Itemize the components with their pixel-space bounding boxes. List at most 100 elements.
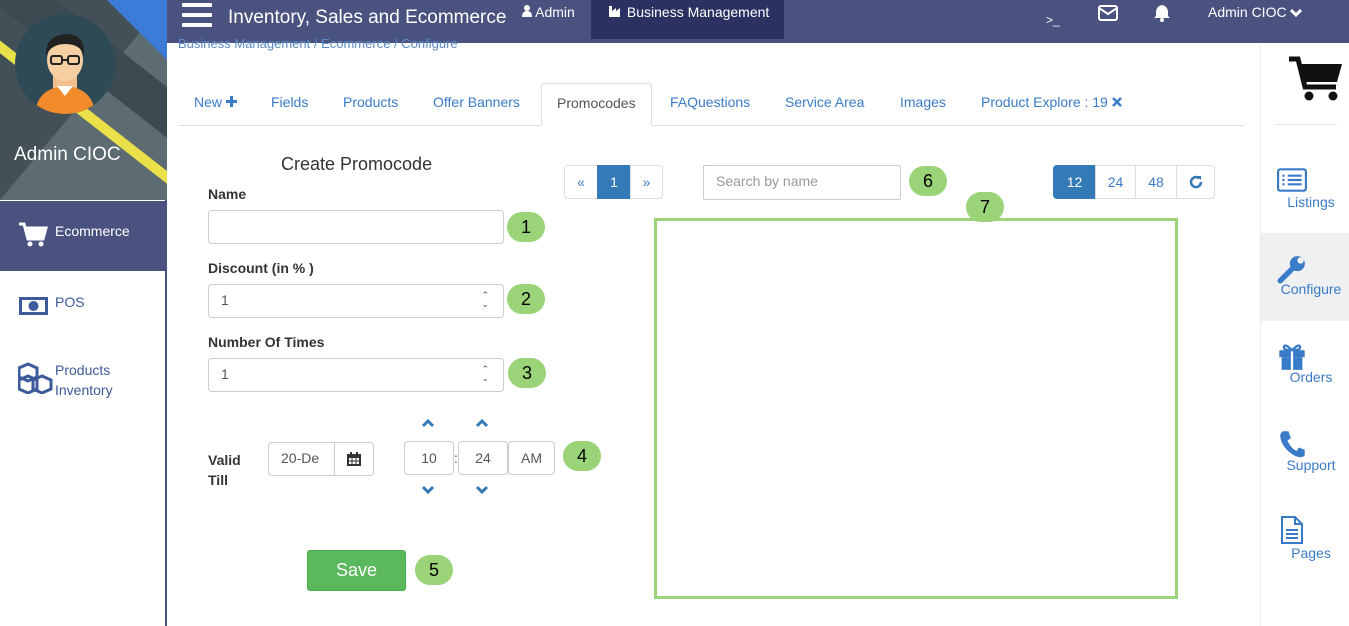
valid-till-label: Valid Till — [208, 450, 241, 490]
right-nav-orders[interactable]: Orders — [1261, 321, 1349, 409]
sidebar-item-label: Products Inventory — [55, 360, 113, 400]
minute-field[interactable]: 24 — [458, 441, 508, 475]
calendar-icon — [347, 452, 361, 466]
page-size-12[interactable]: 12 — [1053, 165, 1096, 199]
right-nav-pages[interactable]: Pages — [1261, 497, 1349, 585]
right-nav-configure[interactable]: Configure — [1261, 233, 1349, 321]
annotation-badge: 1 — [507, 212, 545, 242]
money-icon — [18, 292, 50, 322]
annotation-badge: 3 — [508, 358, 546, 388]
tab-label: Product Explore : 19 — [981, 94, 1108, 110]
tab-offer-banners[interactable]: Offer Banners — [433, 83, 520, 125]
prev-page-button[interactable]: « — [564, 165, 598, 199]
tab-label: New — [194, 94, 223, 110]
breadcrumb[interactable]: Business Management / Ecommerce / Config… — [178, 36, 458, 51]
annotation-badge: 2 — [507, 284, 545, 314]
name-field[interactable] — [208, 210, 504, 244]
tab-products[interactable]: Products — [343, 83, 398, 125]
sidebar-item-label: Ecommerce — [55, 223, 130, 239]
plus-icon — [225, 96, 237, 107]
cart-icon — [18, 221, 50, 251]
sidebar-item-products-inventory[interactable]: Products Inventory — [0, 342, 165, 412]
user-menu-label: Admin CIOC — [1208, 4, 1287, 20]
user-icon — [522, 5, 532, 17]
sidebar-item-pos[interactable]: POS — [0, 272, 165, 342]
refresh-button[interactable] — [1176, 165, 1215, 199]
meridian-toggle[interactable]: AM — [508, 441, 555, 475]
tab-new[interactable]: New — [194, 83, 237, 125]
calendar-button[interactable] — [334, 442, 374, 476]
tab-service-area[interactable]: Service Area — [785, 83, 864, 125]
hour-field[interactable]: 10 — [404, 441, 454, 475]
right-nav-listings[interactable]: Listings — [1261, 145, 1349, 233]
cubes-icon — [17, 362, 53, 395]
sidebar-item-ecommerce[interactable]: Ecommerce — [0, 201, 165, 271]
date-field[interactable]: 20-De — [268, 442, 335, 476]
industry-icon — [609, 6, 620, 17]
right-nav-label: Support — [1286, 457, 1336, 473]
business-label: Business Management — [626, 4, 770, 20]
tab-bar: New Fields Products Offer Banners Promoc… — [178, 83, 1244, 126]
chevron-down-icon — [1290, 8, 1303, 18]
tab-product-explore[interactable]: Product Explore : 19 — [981, 83, 1122, 125]
page-button[interactable]: 1 — [597, 165, 631, 199]
refresh-icon — [1189, 175, 1202, 189]
annotation-badge: 5 — [415, 555, 453, 585]
promocode-list-area — [654, 218, 1178, 599]
annotation-badge: 4 — [563, 441, 601, 471]
sidebar-item-label-line1: Products — [55, 362, 111, 378]
annotation-badge: 6 — [909, 166, 947, 196]
times-label: Number Of Times — [208, 334, 325, 350]
spinner-icon[interactable]: ⌃ ⌄ — [481, 365, 489, 383]
user-menu[interactable]: Admin CIOC — [1208, 4, 1303, 20]
business-management-link[interactable]: Business Management — [591, 0, 784, 39]
discount-value: 1 — [221, 292, 229, 308]
file-icon — [1281, 516, 1303, 544]
profile-card: Admin CIOC — [0, 0, 167, 200]
right-nav-label: Pages — [1291, 545, 1331, 561]
next-page-button[interactable]: » — [630, 165, 663, 199]
terminal-icon[interactable]: >_ — [1046, 13, 1060, 27]
hour-down-icon[interactable] — [421, 485, 435, 495]
avatar[interactable] — [15, 14, 115, 114]
search-input[interactable]: Search by name — [703, 165, 901, 200]
save-button[interactable]: Save — [307, 550, 406, 591]
wrench-icon — [1277, 256, 1305, 284]
right-nav-label: Listings — [1287, 194, 1335, 210]
right-nav-label: Orders — [1289, 369, 1333, 385]
valid-label-line1: Valid — [208, 452, 241, 468]
cart-icon[interactable] — [1289, 55, 1344, 103]
discount-field[interactable]: 1 ⌃ ⌄ — [208, 284, 504, 318]
minute-up-icon[interactable] — [475, 418, 489, 428]
sidebar-item-label: POS — [55, 294, 85, 310]
right-nav-label: Configure — [1280, 281, 1342, 297]
spinner-icon[interactable]: ⌃ ⌄ — [481, 291, 489, 309]
app-title: Inventory, Sales and Ecommerce — [228, 7, 507, 28]
page-size-24[interactable]: 24 — [1095, 165, 1136, 199]
phone-icon — [1280, 431, 1305, 458]
name-label: Name — [208, 186, 247, 202]
close-icon[interactable] — [1111, 97, 1122, 107]
hour-up-icon[interactable] — [421, 418, 435, 428]
tab-faquestions[interactable]: FAQuestions — [670, 83, 750, 125]
gift-icon — [1279, 344, 1305, 370]
bell-icon[interactable] — [1153, 4, 1171, 25]
tab-images[interactable]: Images — [900, 83, 946, 125]
sidebar-item-label-line2: Inventory — [55, 382, 113, 398]
list-icon — [1277, 168, 1307, 192]
discount-label: Discount (in % ) — [208, 260, 314, 276]
right-sidebar: Listings Configure Orders Support Pages — [1260, 43, 1349, 626]
times-value: 1 — [221, 366, 229, 382]
menu-icon[interactable] — [182, 3, 212, 31]
envelope-icon[interactable] — [1098, 5, 1118, 24]
page-size-48[interactable]: 48 — [1135, 165, 1177, 199]
form-title: Create Promocode — [281, 154, 433, 174]
right-nav-support[interactable]: Support — [1261, 409, 1349, 497]
minute-down-icon[interactable] — [475, 485, 489, 495]
tab-fields[interactable]: Fields — [271, 83, 308, 125]
admin-link[interactable]: Admin — [522, 4, 575, 20]
times-field[interactable]: 1 ⌃ ⌄ — [208, 358, 504, 392]
admin-label: Admin — [535, 4, 575, 20]
valid-label-line2: Till — [208, 472, 228, 488]
tab-promocodes[interactable]: Promocodes — [541, 83, 652, 126]
